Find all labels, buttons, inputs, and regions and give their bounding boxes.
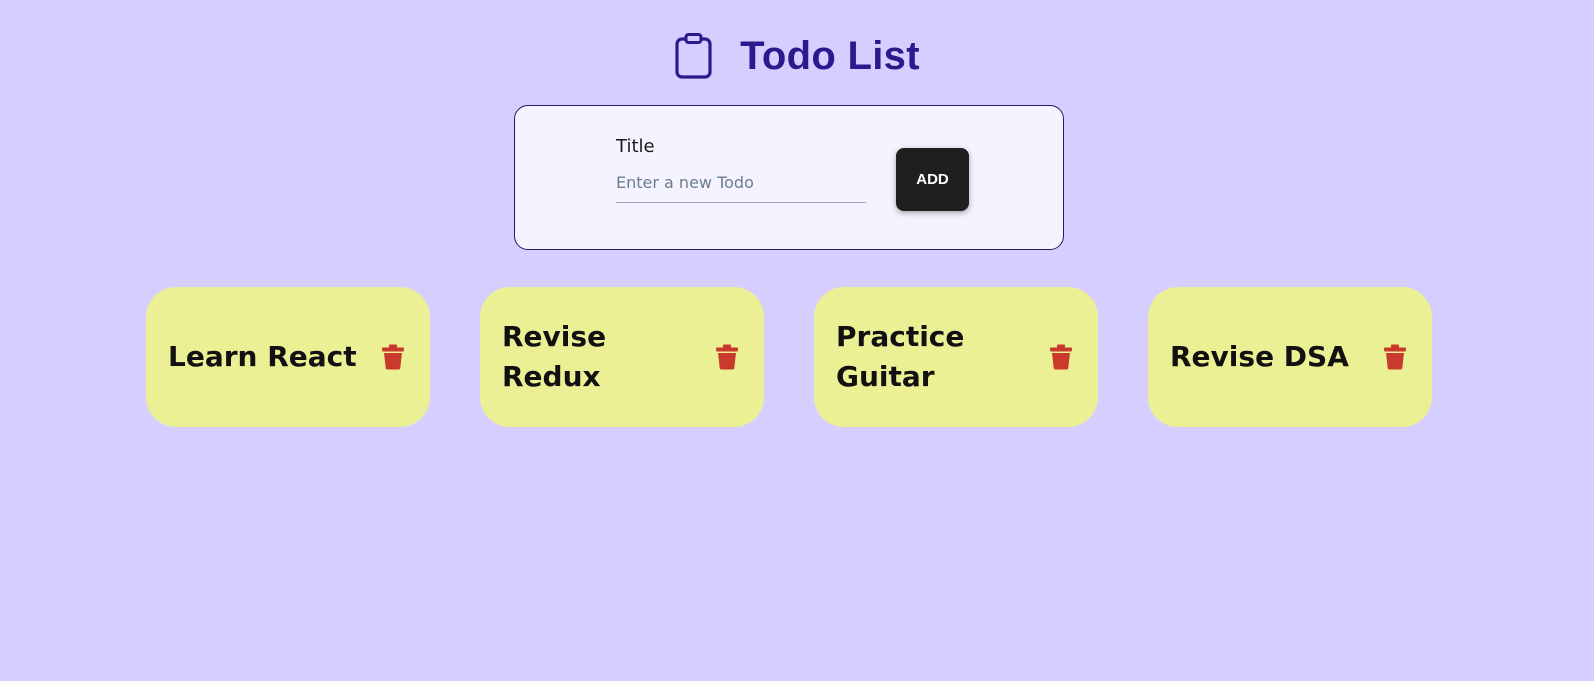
trash-icon[interactable]	[715, 344, 739, 370]
page-title: Todo List	[740, 33, 920, 78]
todo-card: Learn React	[146, 287, 430, 427]
todo-card: Revise Redux	[480, 287, 764, 427]
title-field: Title	[616, 136, 866, 203]
todo-app: Todo List Title ADD Learn React Revise R…	[0, 0, 1594, 681]
todo-title: Learn React	[168, 340, 357, 373]
todo-title: Revise Redux	[502, 320, 607, 393]
todo-list: Learn React Revise Redux Practice Guitar…	[146, 287, 1434, 427]
add-button[interactable]: ADD	[896, 148, 969, 211]
todo-title: Revise DSA	[1170, 340, 1349, 373]
todo-card: Revise DSA	[1148, 287, 1432, 427]
clipboard-icon	[674, 33, 714, 79]
add-todo-form: Title ADD	[514, 105, 1064, 250]
todo-card: Practice Guitar	[814, 287, 1098, 427]
todo-title-input[interactable]	[616, 167, 866, 203]
trash-icon[interactable]	[1049, 344, 1073, 370]
trash-icon[interactable]	[381, 344, 405, 370]
title-label: Title	[616, 136, 655, 157]
app-header: Todo List	[0, 30, 1594, 82]
trash-icon[interactable]	[1383, 344, 1407, 370]
todo-title: Practice Guitar	[836, 320, 965, 393]
